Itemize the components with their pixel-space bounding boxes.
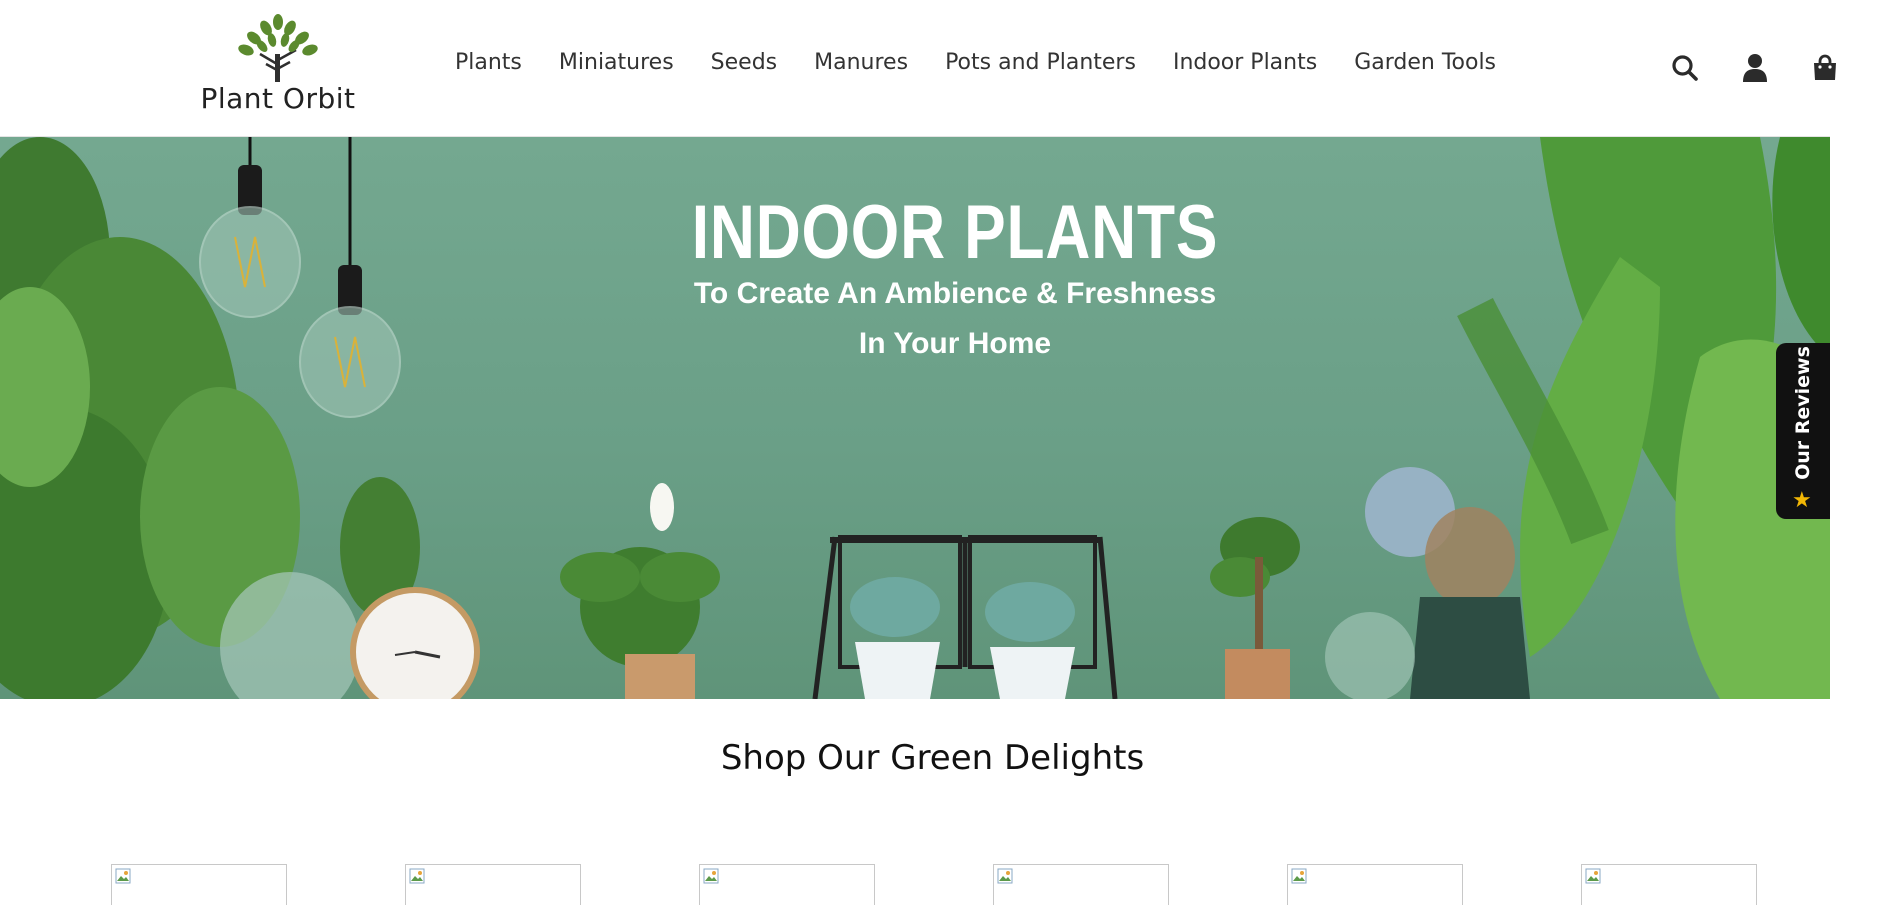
broken-image-icon [1291, 868, 1307, 884]
brand-name: Plant Orbit [200, 82, 356, 115]
hero-banner[interactable]: INDOOR PLANTS To Create An Ambience & Fr… [0, 137, 1830, 699]
succulent-stand [812, 535, 1118, 699]
nav-item-plants[interactable]: Plants [455, 50, 522, 75]
tree-logo-icon [238, 14, 318, 82]
cart-bag-icon [1814, 54, 1836, 80]
our-reviews-tab[interactable]: Our Reviews ★ [1776, 343, 1830, 519]
header-icons [1665, 50, 1875, 86]
account-button[interactable] [1735, 50, 1775, 86]
hero-subtitle-line1: To Create An Ambience & Freshness [693, 277, 1217, 310]
bonsai [1210, 517, 1300, 699]
search-button[interactable] [1665, 50, 1705, 86]
broken-image-icon [997, 868, 1013, 884]
broken-image-icon [115, 868, 131, 884]
hero-title: INDOOR PLANTS [691, 190, 1219, 275]
our-reviews-label: Our Reviews [1792, 346, 1814, 480]
star-icon: ★ [1792, 487, 1812, 512]
nav-item-pots-and-planters[interactable]: Pots and Planters [945, 50, 1136, 75]
nav-item-manures[interactable]: Manures [814, 50, 908, 75]
broken-image-icon [409, 868, 425, 884]
search-icon [1672, 55, 1698, 81]
peace-lily [560, 483, 720, 699]
section-title: Shop Our Green Delights [720, 738, 1145, 778]
broken-image-icon [703, 868, 719, 884]
main-nav: Plants Miniatures Seeds Manures Pots and… [455, 50, 1533, 75]
nav-item-garden-tools[interactable]: Garden Tools [1354, 50, 1496, 75]
broken-image-icon [1585, 868, 1601, 884]
brand-logo[interactable]: Plant Orbit [195, 14, 361, 122]
dried-flowers [1325, 467, 1530, 699]
nav-item-miniatures[interactable]: Miniatures [559, 50, 674, 75]
account-icon [1743, 54, 1767, 82]
site-header: Plant Orbit Plants Miniatures Seeds Manu… [0, 0, 1836, 137]
nav-item-seeds[interactable]: Seeds [711, 50, 777, 75]
cart-button[interactable] [1805, 50, 1845, 86]
hero-subtitle-line2: In Your Home [858, 327, 1052, 360]
nav-item-indoor-plants[interactable]: Indoor Plants [1173, 50, 1317, 75]
